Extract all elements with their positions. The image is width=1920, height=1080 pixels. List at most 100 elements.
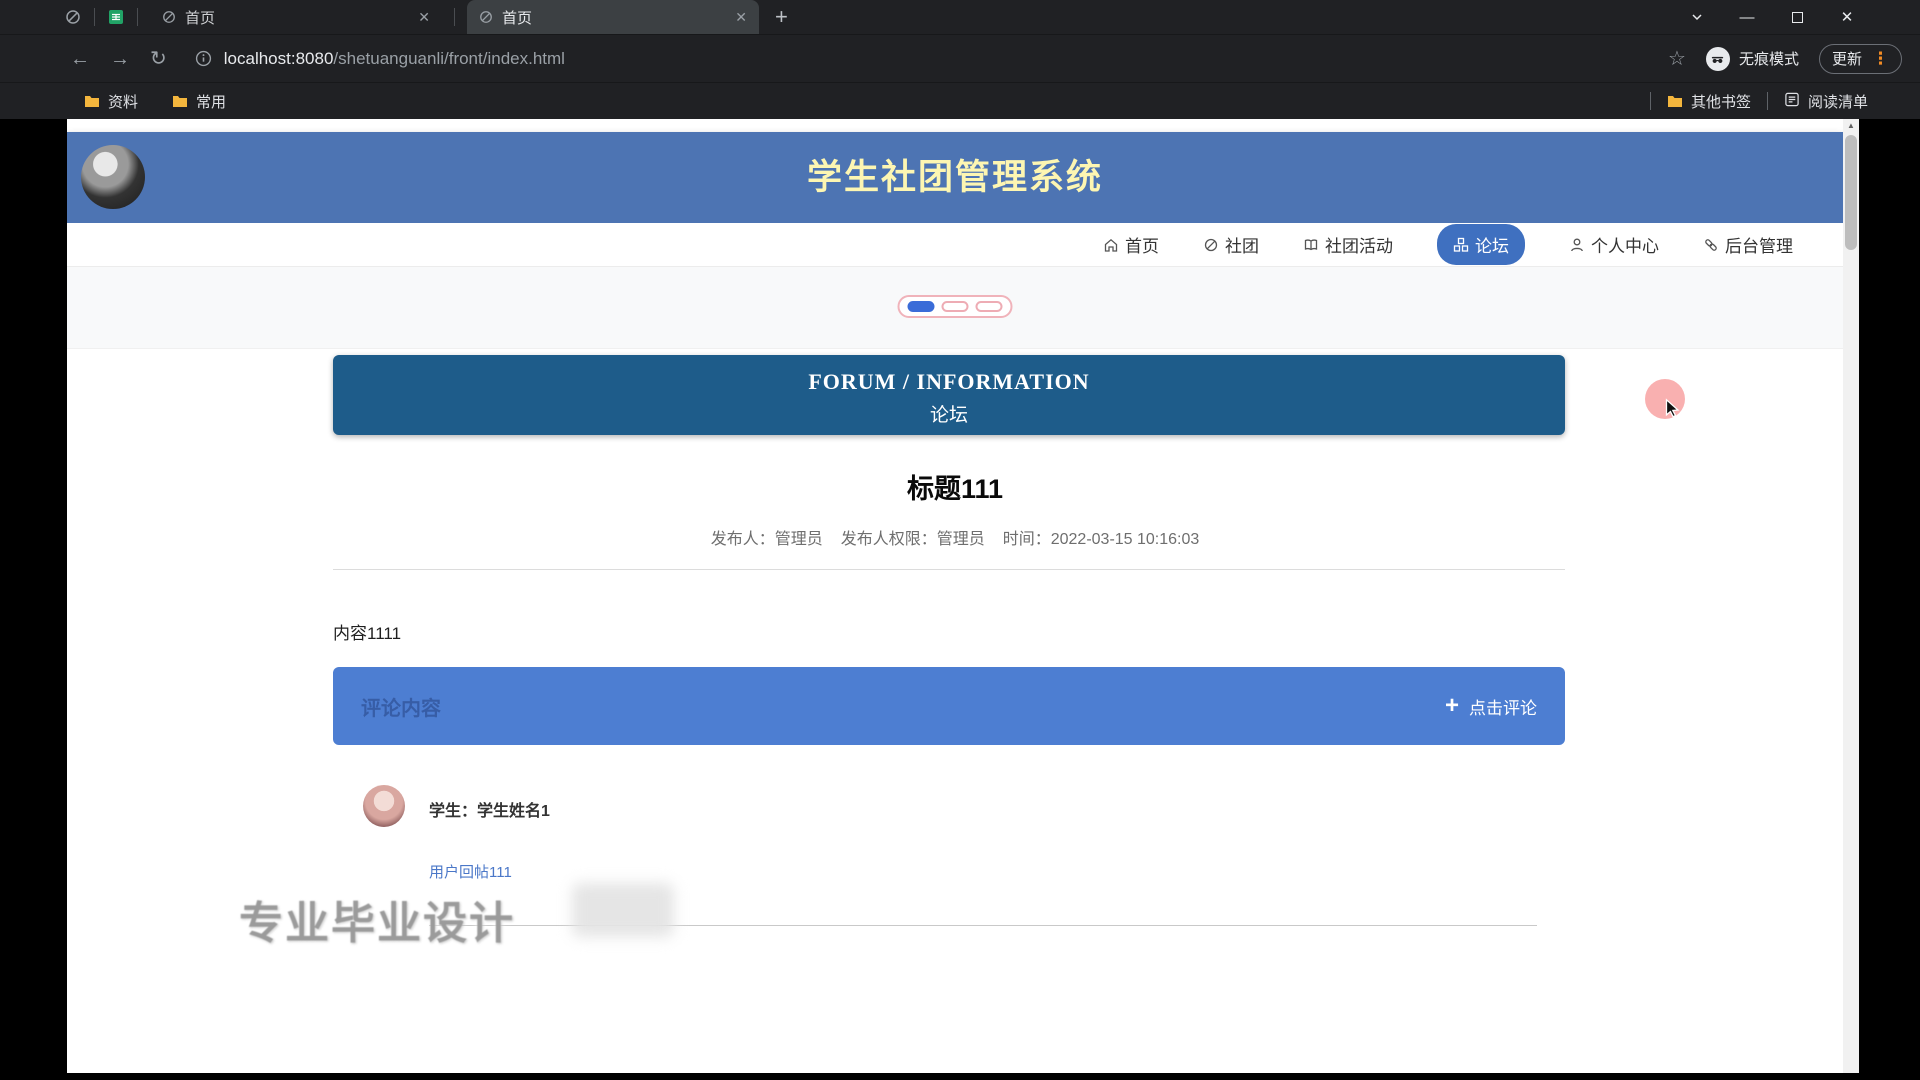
- add-comment-button[interactable]: + 点击评论: [1445, 694, 1537, 719]
- nav-item-forum-active[interactable]: 论坛: [1437, 224, 1525, 265]
- close-window-button[interactable]: ✕: [1822, 0, 1872, 34]
- forward-icon[interactable]: →: [110, 49, 130, 69]
- nav-label: 社团活动: [1325, 232, 1393, 257]
- circle-slash-favicon-icon[interactable]: [64, 8, 82, 26]
- carousel-dot[interactable]: [976, 301, 1003, 312]
- new-tab-button[interactable]: +: [775, 6, 788, 28]
- post-meta: 发布人：管理员 发布人权限：管理员 时间：2022-03-15 10:16:03: [67, 525, 1843, 549]
- bookmark-label: 阅读清单: [1808, 91, 1868, 112]
- site-navbar: 首页 社团 社团活动 论坛 个人中心 后台管理: [67, 223, 1843, 267]
- page-scrollbar[interactable]: ▲: [1843, 119, 1859, 1080]
- browser-tab-1[interactable]: 首页 ✕: [150, 0, 442, 34]
- person-icon: [1569, 237, 1585, 253]
- watermark-blur-patch: [572, 883, 674, 937]
- plus-icon: +: [1445, 694, 1459, 718]
- bookmark-label: 其他书签: [1691, 91, 1751, 112]
- nav-label: 后台管理: [1725, 232, 1793, 257]
- bookmarks-separator: [1767, 92, 1768, 110]
- nav-item-home[interactable]: 首页: [1103, 232, 1159, 257]
- mouse-cursor-icon: [1661, 397, 1683, 419]
- tab-favicon-icon: [162, 10, 176, 24]
- post-content: 内容1111: [333, 619, 401, 644]
- post-title: 标题111: [67, 467, 1843, 506]
- forum-banner: FORUM / INFORMATION 论坛: [333, 355, 1565, 435]
- scrollbar-thumb[interactable]: [1845, 135, 1857, 250]
- browser-chrome: 首页 ✕ 首页 ✕ + — ✕ ← → ↻ localhost:8080/she…: [0, 0, 1920, 119]
- maximize-button[interactable]: [1772, 0, 1822, 34]
- carousel-dot-active[interactable]: [908, 301, 935, 312]
- nav-item-admin[interactable]: 后台管理: [1703, 232, 1793, 257]
- incognito-chip: 无痕模式: [1706, 47, 1799, 71]
- window-controls: — ✕: [1672, 0, 1920, 34]
- update-button[interactable]: 更新 ⋮: [1819, 44, 1902, 74]
- nav-item-clubs[interactable]: 社团: [1203, 232, 1259, 257]
- back-icon[interactable]: ←: [70, 49, 90, 69]
- url-omnibox[interactable]: localhost:8080/shetuanguanli/front/index…: [187, 42, 1648, 76]
- folder-icon: [1667, 94, 1683, 108]
- post-publisher: 发布人：管理员: [711, 525, 823, 549]
- nav-label: 首页: [1125, 232, 1159, 257]
- grid-icon: [1453, 237, 1469, 253]
- minimize-button[interactable]: —: [1722, 0, 1772, 34]
- book-icon: [1303, 237, 1319, 253]
- kebab-menu-icon[interactable]: ⋮: [1872, 49, 1889, 69]
- nav-label: 社团: [1225, 232, 1259, 257]
- url-text[interactable]: localhost:8080/shetuanguanli/front/index…: [224, 49, 565, 69]
- chevron-down-icon[interactable]: [1672, 0, 1722, 34]
- post-time: 时间：2022-03-15 10:16:03: [1003, 525, 1200, 549]
- update-label: 更新: [1832, 48, 1862, 69]
- folder-icon: [172, 94, 188, 108]
- bookmark-label: 常用: [196, 91, 226, 112]
- url-path: /shetuanguanli/front/index.html: [333, 49, 565, 68]
- add-comment-label: 点击评论: [1469, 694, 1537, 719]
- bookmark-star-icon[interactable]: ☆: [1668, 49, 1686, 69]
- banner-title-en: FORUM / INFORMATION: [333, 369, 1565, 395]
- reload-icon[interactable]: ↻: [150, 49, 167, 69]
- letterbox-bottom: [0, 1073, 1920, 1080]
- nav-item-activities[interactable]: 社团活动: [1303, 232, 1393, 257]
- nav-label: 个人中心: [1591, 232, 1659, 257]
- site-title: 学生社团管理系统: [67, 132, 1843, 223]
- comment-reply-link[interactable]: 用户回帖111: [429, 861, 512, 882]
- circle-slash-icon: [1203, 237, 1219, 253]
- bookmark-folder-changyong[interactable]: 常用: [172, 91, 226, 112]
- other-bookmarks-folder[interactable]: 其他书签: [1667, 91, 1751, 112]
- reading-list-button[interactable]: 阅读清单: [1784, 91, 1868, 112]
- tab-bar: 首页 ✕ 首页 ✕ + — ✕: [0, 0, 1920, 34]
- home-icon: [1103, 237, 1119, 253]
- tab-close-icon[interactable]: ✕: [735, 9, 747, 26]
- tab-title: 首页: [185, 7, 409, 28]
- url-host: localhost:8080: [224, 49, 334, 68]
- carousel-indicators: [898, 295, 1013, 318]
- incognito-icon: [1706, 47, 1730, 71]
- address-bar: ← → ↻ localhost:8080/shetuanguanli/front…: [0, 34, 1920, 82]
- tab-close-icon[interactable]: ✕: [418, 9, 430, 26]
- bookmark-folder-ziliao[interactable]: 资料: [84, 91, 138, 112]
- green-sheet-favicon-icon[interactable]: [107, 8, 125, 26]
- post-publisher-role: 发布人权限：管理员: [841, 525, 985, 549]
- browser-tab-2-active[interactable]: 首页 ✕: [467, 0, 759, 34]
- reading-list-icon: [1784, 92, 1800, 111]
- tab-separator: [454, 8, 455, 26]
- banner-title-zh: 论坛: [333, 400, 1565, 427]
- watermark-text: 专业毕业设计: [239, 887, 515, 951]
- nav-item-personal-center[interactable]: 个人中心: [1569, 232, 1659, 257]
- link-icon: [1703, 237, 1719, 253]
- divider: [333, 569, 1565, 570]
- commenter-avatar: [363, 785, 405, 827]
- bookmark-label: 资料: [108, 91, 138, 112]
- folder-icon: [84, 94, 100, 108]
- tab-separator: [94, 8, 95, 26]
- tab-title: 首页: [502, 7, 726, 28]
- bookmarks-bar: 资料 常用 其他书签 阅读清单: [0, 82, 1920, 119]
- bookmarks-separator: [1650, 92, 1651, 110]
- info-icon[interactable]: [195, 50, 212, 67]
- tab-favicon-icon: [479, 10, 493, 24]
- scrollbar-up-arrow-icon[interactable]: ▲: [1843, 121, 1859, 130]
- incognito-label: 无痕模式: [1739, 48, 1799, 69]
- comment-author: 学生：学生姓名1: [429, 797, 550, 821]
- carousel-dot[interactable]: [942, 301, 969, 312]
- site-header: 学生社团管理系统: [67, 132, 1843, 223]
- web-page: 学生社团管理系统 首页 社团 社团活动 论坛 个人中心 后台管理: [67, 119, 1843, 1080]
- comment-bar-watermark: 评论内容: [361, 692, 441, 721]
